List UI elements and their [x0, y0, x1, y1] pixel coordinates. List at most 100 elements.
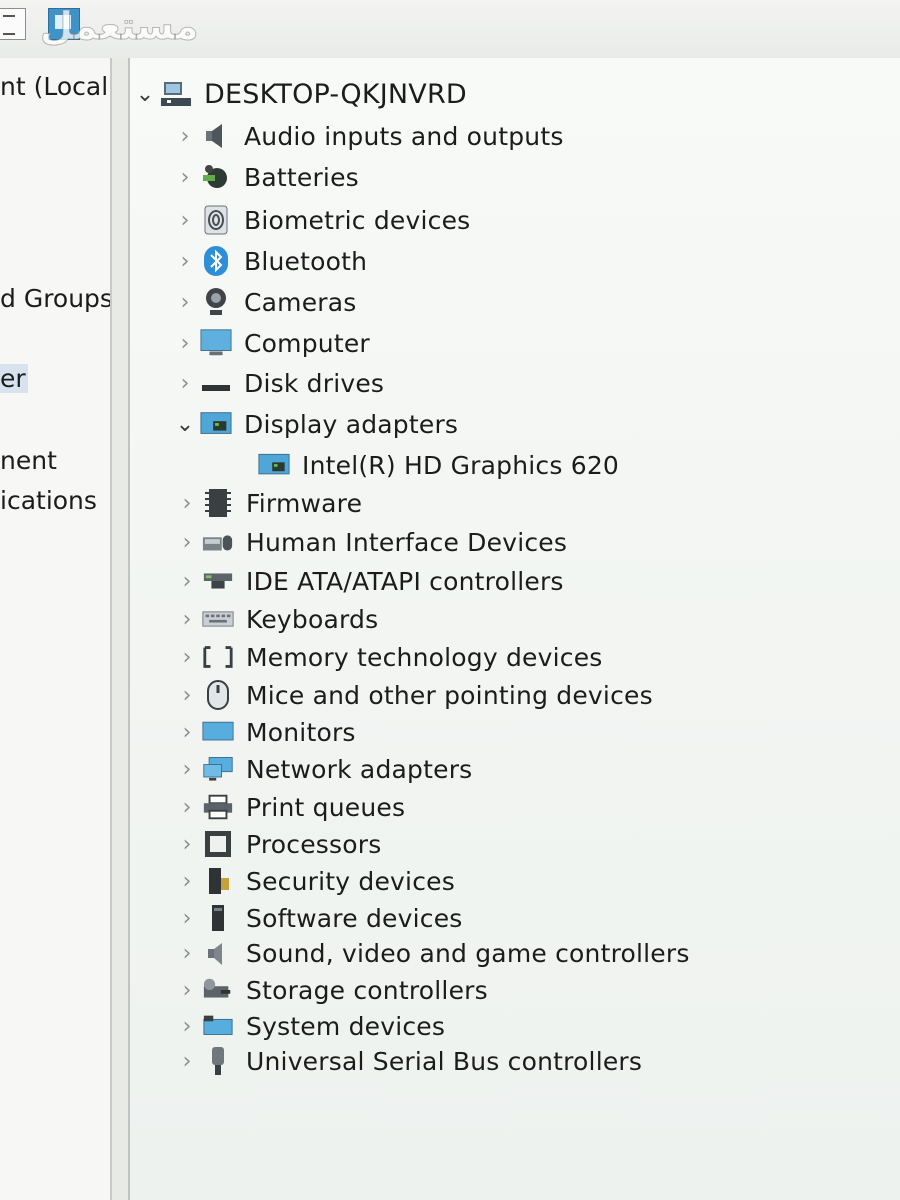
chevron-right-icon[interactable]: › [172, 906, 202, 931]
chevron-right-icon[interactable]: › [170, 124, 200, 149]
tree-node-network[interactable]: › Network adapters [172, 751, 473, 787]
keyboard-icon [202, 604, 234, 634]
sound-controller-icon [202, 938, 234, 968]
chevron-right-icon[interactable]: › [172, 683, 202, 708]
chevron-right-icon[interactable]: › [170, 371, 200, 396]
pane-splitter[interactable] [112, 58, 130, 1200]
chevron-right-icon[interactable]: › [172, 795, 202, 820]
category-label: Cameras [244, 287, 357, 317]
usb-icon [202, 1046, 234, 1076]
chevron-right-icon[interactable]: › [172, 1014, 202, 1039]
ide-controller-icon [202, 566, 234, 596]
console-tree-item[interactable]: ications [0, 486, 97, 515]
chevron-right-icon[interactable]: › [170, 290, 200, 315]
display-adapter-icon [258, 450, 290, 480]
chevron-right-icon[interactable]: › [172, 757, 202, 782]
category-label: Biometric devices [244, 205, 471, 235]
category-label: Audio inputs and outputs [244, 121, 564, 151]
chevron-right-icon[interactable]: › [172, 491, 202, 516]
root-label: DESKTOP-QKJNVRD [204, 78, 467, 110]
console-tree-item[interactable]: nt (Local [0, 72, 108, 101]
tree-node-ide[interactable]: › IDE ATA/ATAPI controllers [172, 563, 564, 599]
chevron-right-icon[interactable]: › [172, 720, 202, 745]
toolbar: مستعمل [0, 0, 900, 59]
category-label: Memory technology devices [246, 642, 603, 672]
tree-node-mice[interactable]: › Mice and other pointing devices [172, 677, 653, 713]
chevron-right-icon[interactable]: › [172, 978, 202, 1003]
tree-node-security-devices[interactable]: › Security devices [172, 863, 455, 899]
tree-node-usb[interactable]: › Universal Serial Bus controllers [172, 1043, 642, 1079]
chevron-down-icon[interactable]: ⌄ [170, 412, 200, 437]
fingerprint-icon [200, 205, 232, 235]
tree-root[interactable]: ⌄ DESKTOP-QKJNVRD [130, 76, 467, 112]
tree-node-system-devices[interactable]: › System devices [172, 1008, 445, 1044]
computer-icon [200, 328, 232, 358]
bluetooth-icon [200, 246, 232, 276]
computer-root-icon [160, 79, 192, 109]
tree-node-disk-drives[interactable]: › Disk drives [170, 365, 384, 401]
tree-leaf-intel-hd-graphics[interactable]: Intel(R) HD Graphics 620 [258, 447, 619, 483]
security-device-icon [202, 866, 234, 896]
printer-icon [202, 792, 234, 822]
tree-node-audio[interactable]: › Audio inputs and outputs [170, 118, 564, 154]
chevron-right-icon[interactable]: › [170, 249, 200, 274]
chevron-right-icon[interactable]: › [172, 645, 202, 670]
device-label: Intel(R) HD Graphics 620 [302, 450, 620, 480]
category-label: Display adapters [244, 409, 459, 439]
tree-node-sound-controllers[interactable]: › Sound, video and game controllers [172, 935, 690, 971]
tree-node-batteries[interactable]: › Batteries [170, 159, 359, 195]
tree-node-display-adapters[interactable]: ⌄ Display adapters [170, 406, 458, 442]
tree-node-memory[interactable]: › Memory technology devices [172, 639, 603, 675]
properties-button[interactable] [0, 8, 26, 40]
hid-icon [202, 527, 234, 557]
console-tree-item-selected[interactable]: er [0, 364, 28, 393]
console-tree-item[interactable]: d Groups [0, 284, 110, 313]
chevron-right-icon[interactable]: › [172, 869, 202, 894]
category-label: Sound, video and game controllers [246, 938, 690, 968]
category-label: Batteries [244, 162, 359, 192]
chevron-right-icon[interactable]: › [172, 1049, 202, 1074]
tree-node-biometric[interactable]: › Biometric devices [170, 202, 470, 238]
chevron-right-icon[interactable]: › [170, 165, 200, 190]
display-adapter-icon [200, 409, 232, 439]
chevron-right-icon[interactable]: › [172, 569, 202, 594]
chevron-right-icon[interactable]: › [170, 331, 200, 356]
software-device-icon [202, 903, 234, 933]
chevron-right-icon[interactable]: › [172, 941, 202, 966]
category-label: Processors [246, 829, 382, 859]
chevron-right-icon[interactable]: › [170, 208, 200, 233]
chevron-right-icon[interactable]: › [172, 530, 202, 555]
tree-node-firmware[interactable]: › Firmware [172, 485, 362, 521]
tree-node-hid[interactable]: › Human Interface Devices [172, 524, 567, 560]
category-label: System devices [246, 1011, 446, 1041]
tree-node-cameras[interactable]: › Cameras [170, 284, 357, 320]
storage-controller-icon [202, 975, 234, 1005]
chevron-right-icon[interactable]: › [172, 607, 202, 632]
console-tree-item[interactable]: nent [0, 446, 57, 475]
mouse-icon [202, 680, 234, 710]
speaker-icon [200, 121, 232, 151]
memory-icon [202, 642, 234, 672]
watermark-logo: مستعمل [40, 4, 199, 49]
category-label: Security devices [246, 866, 455, 896]
category-label: Software devices [246, 903, 463, 933]
category-label: Mice and other pointing devices [246, 680, 653, 710]
tree-node-monitors[interactable]: › Monitors [172, 714, 356, 750]
disk-drive-icon [200, 368, 232, 398]
chevron-right-icon[interactable]: › [172, 832, 202, 857]
tree-node-computer[interactable]: › Computer [170, 325, 370, 361]
processor-icon [202, 829, 234, 859]
category-label: IDE ATA/ATAPI controllers [246, 566, 564, 596]
device-tree: ⌄ DESKTOP-QKJNVRD › Audio inputs and out… [130, 58, 900, 1200]
chevron-down-icon[interactable]: ⌄ [130, 82, 160, 107]
tree-node-storage-controllers[interactable]: › Storage controllers [172, 972, 488, 1008]
tree-node-print-queues[interactable]: › Print queues [172, 789, 405, 825]
category-label: Human Interface Devices [246, 527, 568, 557]
category-label: Computer [244, 328, 370, 358]
tree-node-keyboards[interactable]: › Keyboards [172, 601, 379, 637]
tree-node-processors[interactable]: › Processors [172, 826, 382, 862]
firmware-icon [202, 488, 234, 518]
tree-node-software-devices[interactable]: › Software devices [172, 900, 463, 936]
tree-node-bluetooth[interactable]: › Bluetooth [170, 243, 367, 279]
network-adapter-icon [202, 754, 234, 784]
